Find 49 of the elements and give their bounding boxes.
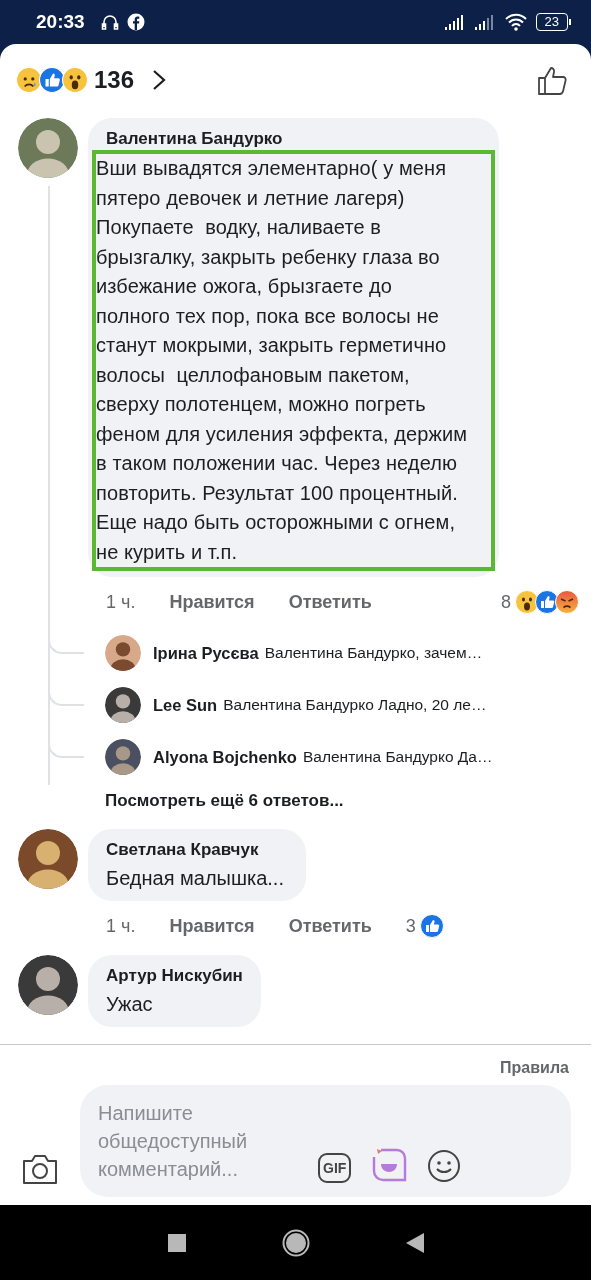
comment-text: Бедная малышка... [105, 866, 285, 891]
reply-text[interactable]: Валентина Бандурко Ладно, 20 ле… [223, 696, 487, 714]
comment-text: Ужас [105, 992, 154, 1017]
like-reaction-icon [39, 67, 65, 93]
reply-link[interactable]: Ответить [288, 915, 372, 937]
wifi-icon [503, 13, 528, 31]
signal-icon [473, 14, 496, 30]
comment-author[interactable]: Артур Нискубин [106, 965, 243, 987]
comment-author[interactable]: Светлана Кравчук [106, 839, 288, 861]
battery-level: 23 [535, 13, 568, 31]
reply-text[interactable]: Валентина Бандурко, зачем… [264, 644, 483, 662]
like-link[interactable]: Нравится [169, 915, 255, 937]
avatar[interactable] [105, 635, 141, 671]
comment-time: 1 ч. [106, 915, 136, 937]
thumbs-up-icon[interactable] [537, 64, 569, 96]
comment-author[interactable]: Валентина Бандурко [106, 128, 482, 150]
reply-author[interactable]: Lee Sun [153, 695, 218, 715]
headphones-icon [100, 13, 119, 31]
more-replies-link[interactable]: Посмотреть ещё 6 ответов... [88, 783, 344, 825]
reply-link[interactable]: Ответить [288, 591, 372, 613]
clock: 20:33 [36, 11, 85, 33]
wow-reaction-icon [62, 67, 88, 93]
rules-link[interactable]: Правила [0, 1045, 591, 1085]
sticker-icon[interactable] [371, 1147, 408, 1183]
avatar[interactable] [105, 739, 141, 775]
like-reaction-icon [419, 914, 444, 938]
signal-icon [443, 14, 466, 30]
angry-reaction-icon [555, 590, 579, 614]
gif-button[interactable]: GIF [318, 1153, 352, 1183]
reaction-total[interactable]: 136 [94, 66, 135, 94]
avatar[interactable] [105, 687, 141, 723]
home-icon[interactable] [281, 1228, 310, 1257]
chevron-right-icon[interactable] [152, 69, 167, 91]
camera-icon[interactable] [22, 1153, 58, 1185]
back-icon[interactable] [405, 1232, 424, 1253]
reaction-number: 8 [501, 591, 511, 613]
comment-time: 1 ч. [106, 591, 136, 613]
avatar[interactable] [18, 829, 78, 889]
recent-apps-icon[interactable] [167, 1233, 186, 1252]
like-link[interactable]: Нравится [169, 591, 255, 613]
emoji-icon[interactable] [427, 1149, 462, 1183]
reply-author[interactable]: Ірина Русєва [153, 643, 259, 663]
reply-author[interactable]: Alyona Bojchenko [153, 747, 297, 767]
comment-field[interactable]: Напишите общедоступный комментарий... GIF [80, 1085, 571, 1197]
facebook-icon [126, 13, 145, 31]
comment-text: Вши вывадятся элементарно( у меня пятеро девочек и летние лагеря) Покупаете водку, наливаете в брызгалку, закрыть ребенку глаза во избежание ожога, брызгаете до полного тех пор, пока все волосы не станут мокрыми, закрыть герметично волосы целлофановым пакетом, сверху полотенцем, можно погреть феном для усиления эффекта, держим в таком положении час. Через неделю повторить. Результат 100 процентный. Еще надо быть осторожными с огнем, не курить и т.п. [92, 150, 496, 571]
reaction-number: 3 [405, 915, 416, 937]
sad-reaction-icon [16, 67, 42, 93]
reply-text[interactable]: Валентина Бандурко Да… [302, 748, 493, 766]
